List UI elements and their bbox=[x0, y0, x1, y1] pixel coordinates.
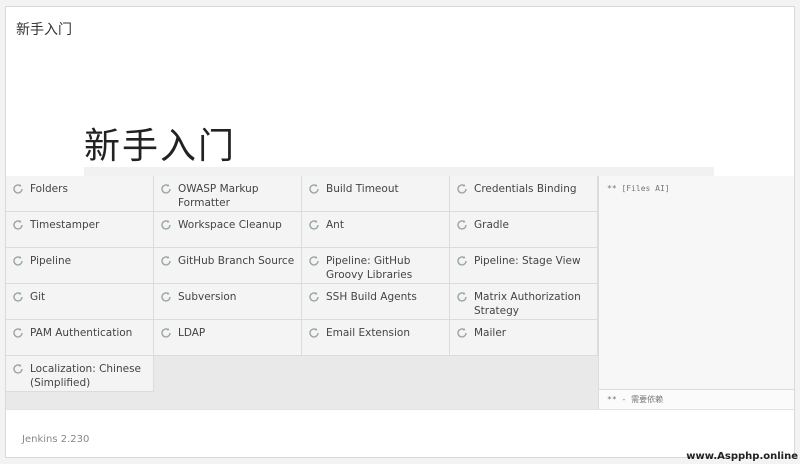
plugin-name: SSH Build Agents bbox=[326, 291, 417, 303]
footer: Jenkins 2.230 bbox=[6, 409, 794, 457]
plugin-item[interactable]: Pipeline: GitHub Groovy Libraries bbox=[302, 248, 450, 284]
plugin-name: Pipeline bbox=[30, 255, 72, 267]
refresh-icon bbox=[309, 184, 319, 194]
plugin-name: GitHub Branch Source bbox=[178, 255, 295, 267]
refresh-icon bbox=[161, 184, 171, 194]
plugin-name: OWASP Markup Formatter bbox=[178, 183, 259, 209]
hero-panel: 新手入门 bbox=[6, 51, 794, 176]
install-log-footer: ** - 需要依赖 bbox=[599, 389, 794, 409]
plugin-item[interactable]: Pipeline: Stage View bbox=[450, 248, 598, 284]
refresh-icon bbox=[457, 256, 467, 266]
plugin-name: Timestamper bbox=[30, 219, 100, 231]
plugin-item[interactable]: Mailer bbox=[450, 320, 598, 356]
plugin-item[interactable]: Folders bbox=[6, 176, 154, 212]
plugin-item[interactable]: Gradle bbox=[450, 212, 598, 248]
refresh-icon bbox=[13, 184, 23, 194]
plugin-name: Matrix Authorization Strategy bbox=[474, 291, 581, 317]
refresh-icon bbox=[457, 184, 467, 194]
refresh-icon bbox=[13, 292, 23, 302]
plugin-item[interactable]: OWASP Markup Formatter bbox=[154, 176, 302, 212]
plugin-item[interactable]: Pipeline bbox=[6, 248, 154, 284]
plugin-item[interactable]: SSH Build Agents bbox=[302, 284, 450, 320]
refresh-icon bbox=[13, 256, 23, 266]
watermark: www.Aspphp.online bbox=[686, 451, 798, 462]
jenkins-version: Jenkins 2.230 bbox=[22, 434, 90, 445]
plugin-item[interactable]: Git bbox=[6, 284, 154, 320]
refresh-icon bbox=[309, 220, 319, 230]
refresh-icon bbox=[13, 364, 23, 374]
plugin-grid-area: Folders OWASP Markup Formatter Build Timeo… bbox=[6, 176, 598, 409]
plugin-grid: Folders OWASP Markup Formatter Build Timeo… bbox=[6, 176, 598, 392]
install-log-panel: ** [Files AI] ** - 需要依赖 bbox=[598, 176, 794, 409]
plugin-name: Ant bbox=[326, 219, 344, 231]
plugin-name: Pipeline: Stage View bbox=[474, 255, 581, 267]
refresh-icon bbox=[309, 256, 319, 266]
plugin-name: Subversion bbox=[178, 291, 237, 303]
plugin-name: Gradle bbox=[474, 219, 509, 231]
plugin-item[interactable]: PAM Authentication bbox=[6, 320, 154, 356]
refresh-icon bbox=[457, 292, 467, 302]
plugin-item[interactable]: Matrix Authorization Strategy bbox=[450, 284, 598, 320]
plugin-name: Email Extension bbox=[326, 327, 411, 339]
refresh-icon bbox=[161, 256, 171, 266]
plugin-name: PAM Authentication bbox=[30, 327, 133, 339]
top-bar: 新手入门 bbox=[6, 7, 794, 52]
refresh-icon bbox=[13, 328, 23, 338]
plugin-item[interactable]: Credentials Binding bbox=[450, 176, 598, 212]
plugin-item[interactable]: Ant bbox=[302, 212, 450, 248]
refresh-icon bbox=[13, 220, 23, 230]
page-title: 新手入门 bbox=[84, 126, 237, 167]
plugin-name: Folders bbox=[30, 183, 68, 195]
plugin-name: LDAP bbox=[178, 327, 206, 339]
install-log-text: ** [Files AI] bbox=[607, 184, 670, 193]
plugin-name: Mailer bbox=[474, 327, 507, 339]
plugin-name: Workspace Cleanup bbox=[178, 219, 282, 231]
refresh-icon bbox=[161, 220, 171, 230]
plugin-name: Credentials Binding bbox=[474, 183, 577, 195]
plugin-item[interactable]: GitHub Branch Source bbox=[154, 248, 302, 284]
plugin-name: Build Timeout bbox=[326, 183, 399, 195]
refresh-icon bbox=[309, 292, 319, 302]
setup-wizard-window: 新手入门 新手入门 Folders OWASP Markup Formatter B… bbox=[5, 6, 795, 458]
plugin-item[interactable]: Workspace Cleanup bbox=[154, 212, 302, 248]
plugin-item[interactable]: LDAP bbox=[154, 320, 302, 356]
plugin-item[interactable]: Subversion bbox=[154, 284, 302, 320]
plugin-name: Pipeline: GitHub Groovy Libraries bbox=[326, 255, 413, 281]
refresh-icon bbox=[309, 328, 319, 338]
plugin-name: Git bbox=[30, 291, 46, 303]
refresh-icon bbox=[161, 292, 171, 302]
top-bar-title: 新手入门 bbox=[16, 22, 72, 38]
plugin-name: Localization: Chinese (Simplified) bbox=[30, 363, 142, 389]
plugin-item[interactable]: Build Timeout bbox=[302, 176, 450, 212]
refresh-icon bbox=[457, 220, 467, 230]
refresh-icon bbox=[457, 328, 467, 338]
refresh-icon bbox=[161, 328, 171, 338]
plugin-item[interactable]: Email Extension bbox=[302, 320, 450, 356]
plugin-item[interactable]: Timestamper bbox=[6, 212, 154, 248]
plugin-item[interactable]: Localization: Chinese (Simplified) bbox=[6, 356, 154, 392]
